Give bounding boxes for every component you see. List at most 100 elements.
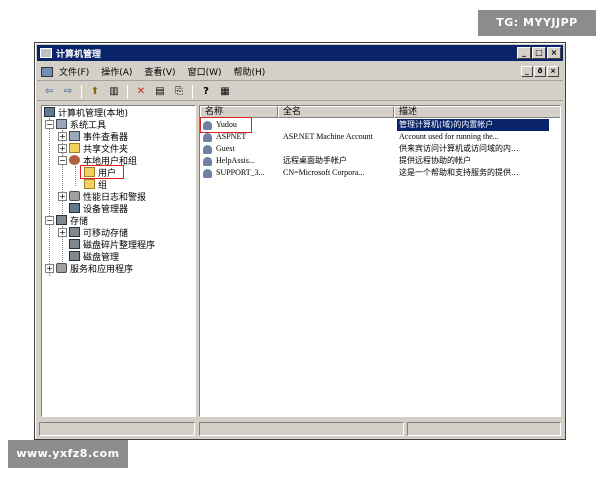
list-row-2[interactable]: Guest 供来宾访问计算机或访问域的内... [200, 143, 550, 155]
console-menu-icon[interactable] [41, 66, 53, 77]
storage-icon [56, 215, 67, 225]
back-arrow-icon[interactable]: ⇦ [41, 85, 57, 99]
expand-icon[interactable]: + [58, 143, 67, 153]
show-tree-icon[interactable]: ▥ [106, 85, 122, 99]
user-name: ASPNET [216, 132, 247, 141]
tree-item-storage[interactable]: − 存储 [45, 214, 88, 227]
tree-item-shared-folders[interactable]: + 共享文件夹 [58, 142, 128, 155]
tree-label: 设备管理器 [83, 204, 129, 215]
removable-storage-icon [69, 227, 80, 237]
user-icon [203, 144, 212, 154]
forward-arrow-icon[interactable]: ⇨ [60, 85, 76, 99]
tree-item-services-apps[interactable]: + 服务和应用程序 [45, 262, 134, 275]
window-title: 计算机管理 [56, 49, 102, 60]
tree-item-system-tools[interactable]: − 系统工具 [45, 118, 106, 131]
device-manager-icon [69, 203, 80, 213]
computer-management-icon [40, 48, 52, 58]
tree-item-groups[interactable]: 组 [84, 178, 107, 191]
status-panel-right [407, 422, 561, 436]
user-description: 提供远程协助的帐户 [399, 156, 471, 165]
help-icon[interactable]: ? [198, 85, 214, 99]
user-description: 管理计算机(域)的内置帐户 [397, 119, 549, 131]
computer-management-window: 计算机管理 _ □ × 文件(F) 操作(A) 查看(V) 窗口(W) 帮助(H… [34, 42, 566, 440]
user-fullname [281, 143, 397, 155]
user-name: Guest [216, 144, 235, 153]
console-icon[interactable]: ▦ [217, 85, 233, 99]
user-description: 供来宾访问计算机或访问域的内... [399, 144, 519, 153]
tree-item-removable-storage[interactable]: + 可移动存储 [58, 226, 128, 239]
toolbar-separator [81, 84, 82, 99]
status-panel-middle [199, 422, 404, 436]
user-list-pane: 名称 全名 描述 Yudou 管理计算机(域)的内置帐户 ASPNET ASP.… [199, 105, 561, 417]
minimize-button[interactable]: _ [517, 47, 531, 59]
toolbar-separator [127, 84, 128, 99]
column-header-description[interactable]: 描述 [394, 106, 560, 118]
collapse-icon[interactable]: − [45, 119, 54, 129]
tree-connector-line [49, 118, 50, 276]
child-restore-button[interactable]: ð [534, 66, 546, 77]
status-panel-left [39, 422, 195, 436]
toolbar: ⇦ ⇨ ⬆ ▥ ✕ ▤ ⎘ ? ▦ [37, 83, 563, 101]
list-row-0[interactable]: Yudou 管理计算机(域)的内置帐户 [200, 119, 550, 131]
tree-item-root[interactable]: 计算机管理(本地) [44, 106, 128, 119]
list-row-1[interactable]: ASPNET ASP.NET Machine Account Account u… [200, 131, 550, 143]
menu-help[interactable]: 帮助(H) [234, 65, 266, 78]
tree-item-device-manager[interactable]: 设备管理器 [69, 202, 129, 215]
maximize-button[interactable]: □ [532, 47, 546, 59]
child-close-button[interactable]: × [547, 66, 559, 77]
folder-icon [84, 179, 95, 189]
event-viewer-icon [69, 131, 80, 141]
tree-item-defrag[interactable]: 磁盘碎片整理程序 [69, 238, 155, 251]
list-row-4[interactable]: SUPPORT_3... CN=Microsoft Corpora... 这是一… [200, 167, 550, 179]
close-button[interactable]: × [547, 47, 561, 59]
menu-bar: 文件(F) 操作(A) 查看(V) 窗口(W) 帮助(H) _ ð × [37, 63, 563, 81]
performance-icon [69, 191, 80, 201]
status-bar [37, 421, 563, 437]
tree-item-event-viewer[interactable]: + 事件查看器 [58, 130, 128, 143]
user-name: SUPPORT_3... [216, 168, 265, 177]
expand-icon[interactable]: + [58, 131, 67, 141]
list-row-3[interactable]: HelpAssis... 远程桌面助手帐户 提供远程协助的帐户 [200, 155, 550, 167]
tools-icon [56, 119, 67, 129]
watermark-badge-bottom: www.yxfz8.com [8, 440, 128, 468]
disk-management-icon [69, 251, 80, 261]
user-icon [203, 168, 212, 178]
users-groups-icon [69, 155, 80, 165]
services-icon [56, 263, 67, 273]
properties-icon[interactable]: ▤ [152, 85, 168, 99]
export-icon[interactable]: ⎘ [171, 85, 187, 99]
tree-label: 服务和应用程序 [70, 264, 134, 275]
shared-folder-icon [69, 143, 80, 153]
menu-view[interactable]: 查看(V) [144, 65, 175, 78]
list-header: 名称 全名 描述 [200, 106, 560, 118]
up-folder-icon[interactable]: ⬆ [87, 85, 103, 99]
title-bar[interactable]: 计算机管理 _ □ × [37, 45, 563, 61]
expand-icon[interactable]: + [58, 191, 67, 201]
delete-icon[interactable]: ✕ [133, 85, 149, 99]
expand-icon[interactable]: + [58, 227, 67, 237]
tree-item-perf-logs[interactable]: + 性能日志和警报 [58, 190, 146, 203]
user-icon [203, 156, 212, 166]
menu-window[interactable]: 窗口(W) [188, 65, 222, 78]
column-header-fullname[interactable]: 全名 [278, 106, 394, 118]
expand-icon[interactable]: + [45, 263, 54, 273]
child-minimize-button[interactable]: _ [521, 66, 533, 77]
collapse-icon[interactable]: − [58, 155, 67, 165]
user-description: Account used for running the... [399, 132, 499, 141]
menu-action[interactable]: 操作(A) [101, 65, 132, 78]
user-fullname: CN=Microsoft Corpora... [283, 168, 365, 177]
user-description: 这是一个帮助和支持服务的提供... [399, 168, 519, 177]
user-fullname: 远程桌面助手帐户 [283, 156, 347, 165]
tree-connector-line [75, 166, 76, 186]
toolbar-separator [192, 84, 193, 99]
user-name: HelpAssis... [216, 156, 255, 165]
user-fullname: ASP.NET Machine Account [283, 132, 373, 141]
watermark-badge-top: TG: MYYJJPP [478, 10, 596, 36]
user-fullname [281, 119, 397, 131]
defrag-icon [69, 239, 80, 249]
menu-file[interactable]: 文件(F) [59, 65, 89, 78]
user-icon [203, 132, 212, 142]
tree-item-disk-management[interactable]: 磁盘管理 [69, 250, 119, 263]
computer-icon [44, 107, 55, 117]
collapse-icon[interactable]: − [45, 215, 54, 225]
